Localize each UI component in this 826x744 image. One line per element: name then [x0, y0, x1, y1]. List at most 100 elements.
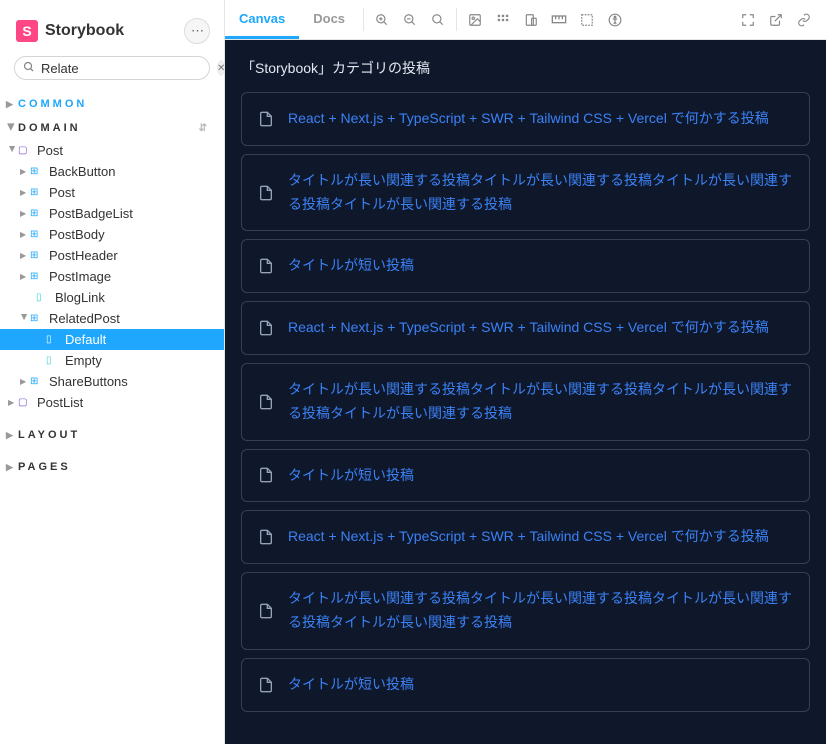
- chevron-right-icon: ▶: [20, 272, 29, 281]
- section-label: LAYOUT: [18, 429, 80, 441]
- document-icon: [258, 319, 274, 337]
- post-card[interactable]: タイトルが長い関連する投稿タイトルが長い関連する投稿タイトルが長い関連する投稿タ…: [241, 154, 810, 232]
- post-link[interactable]: React + Next.js + TypeScript + SWR + Tai…: [288, 525, 769, 549]
- section-label: DOMAIN: [18, 122, 81, 134]
- tab-canvas[interactable]: Canvas: [225, 0, 299, 39]
- component-icon: ⊞: [30, 208, 44, 219]
- tree-story-empty[interactable]: ▯ Empty: [0, 350, 224, 371]
- tree-label: PostBadgeList: [49, 206, 133, 221]
- chevron-right-icon: ▶: [20, 377, 29, 386]
- search-box[interactable]: ✕: [14, 56, 210, 80]
- tree-label: PostImage: [49, 269, 111, 284]
- document-icon: [258, 184, 274, 202]
- section-layout[interactable]: ▶ LAYOUT: [0, 423, 224, 447]
- post-link[interactable]: React + Next.js + TypeScript + SWR + Tai…: [288, 316, 769, 340]
- tree-domain: ▶ ▢ Post ▶ ⊞ BackButton ▶ ⊞ Post ▶ ⊞ Pos…: [0, 140, 224, 413]
- section-label: COMMON: [18, 98, 87, 110]
- chevron-down-icon: ▶: [8, 146, 17, 155]
- section-common[interactable]: ▶ COMMON: [0, 92, 224, 116]
- fullscreen-icon[interactable]: [734, 0, 762, 39]
- component-icon: ⊞: [30, 271, 44, 282]
- measure-icon[interactable]: [545, 0, 573, 39]
- sidebar: S Storybook ⋯ ✕ ▶ COMMON ▶ DOMAIN ⇵ ▶ ▢ …: [0, 0, 225, 744]
- toolbar-separator: [363, 8, 364, 31]
- tree-label: RelatedPost: [49, 311, 120, 326]
- document-icon: [258, 466, 274, 484]
- tree-label: PostHeader: [49, 248, 118, 263]
- tree-label: BackButton: [49, 164, 116, 179]
- bookmark-icon: ▯: [46, 334, 60, 345]
- tree-comp-relatedpost[interactable]: ▶ ⊞ RelatedPost: [0, 308, 224, 329]
- zoom-in-icon[interactable]: [368, 0, 396, 39]
- document-icon: [258, 528, 274, 546]
- preview-canvas: 「Storybook」カテゴリの投稿 React + Next.js + Typ…: [225, 40, 826, 744]
- chevron-right-icon: ▶: [20, 230, 29, 239]
- component-icon: ⊞: [30, 376, 44, 387]
- post-card[interactable]: タイトルが短い投稿: [241, 449, 810, 503]
- post-card[interactable]: タイトルが短い投稿: [241, 658, 810, 712]
- settings-menu-button[interactable]: ⋯: [184, 18, 210, 44]
- post-card[interactable]: React + Next.js + TypeScript + SWR + Tai…: [241, 510, 810, 564]
- tree-comp-sharebuttons[interactable]: ▶ ⊞ ShareButtons: [0, 371, 224, 392]
- bookmark-icon: ▯: [36, 292, 50, 303]
- post-link[interactable]: タイトルが短い投稿: [288, 464, 414, 488]
- tree-story-default[interactable]: ▯ Default: [0, 329, 224, 350]
- tree-comp-postimage[interactable]: ▶ ⊞ PostImage: [0, 266, 224, 287]
- zoom-reset-icon[interactable]: [424, 0, 452, 39]
- section-label: PAGES: [18, 461, 71, 473]
- tree-comp-postbadgelist[interactable]: ▶ ⊞ PostBadgeList: [0, 203, 224, 224]
- post-card[interactable]: React + Next.js + TypeScript + SWR + Tai…: [241, 301, 810, 355]
- tree-story-bloglink[interactable]: ▯ BlogLink: [0, 287, 224, 308]
- tree-comp-postheader[interactable]: ▶ ⊞ PostHeader: [0, 245, 224, 266]
- grid-icon[interactable]: [489, 0, 517, 39]
- tree-comp-postbody[interactable]: ▶ ⊞ PostBody: [0, 224, 224, 245]
- tree-comp-backbutton[interactable]: ▶ ⊞ BackButton: [0, 161, 224, 182]
- document-icon: [258, 602, 274, 620]
- accessibility-icon[interactable]: [601, 0, 629, 39]
- tree-label: ShareButtons: [49, 374, 128, 389]
- post-card[interactable]: タイトルが長い関連する投稿タイトルが長い関連する投稿タイトルが長い関連する投稿タ…: [241, 572, 810, 650]
- chevron-down-icon: ▶: [20, 314, 29, 323]
- component-icon: ⊞: [30, 250, 44, 261]
- section-pages[interactable]: ▶ PAGES: [0, 455, 224, 479]
- open-external-icon[interactable]: [762, 0, 790, 39]
- chevron-right-icon: ▶: [20, 209, 29, 218]
- post-card[interactable]: タイトルが長い関連する投稿タイトルが長い関連する投稿タイトルが長い関連する投稿タ…: [241, 363, 810, 441]
- tree-label: Post: [49, 185, 75, 200]
- related-posts-list: React + Next.js + TypeScript + SWR + Tai…: [241, 92, 810, 712]
- search-input[interactable]: [41, 61, 217, 76]
- folder-icon: ▢: [18, 145, 32, 156]
- component-icon: ⊞: [30, 166, 44, 177]
- clear-search-button[interactable]: ✕: [217, 60, 225, 76]
- zoom-out-icon[interactable]: [396, 0, 424, 39]
- post-card[interactable]: タイトルが短い投稿: [241, 239, 810, 293]
- post-link[interactable]: タイトルが長い関連する投稿タイトルが長い関連する投稿タイトルが長い関連する投稿タ…: [288, 169, 793, 217]
- tab-docs[interactable]: Docs: [299, 0, 359, 39]
- post-link[interactable]: タイトルが長い関連する投稿タイトルが長い関連する投稿タイトルが長い関連する投稿タ…: [288, 378, 793, 426]
- post-link[interactable]: React + Next.js + TypeScript + SWR + Tai…: [288, 107, 769, 131]
- tree-folder-postlist[interactable]: ▶ ▢ PostList: [0, 392, 224, 413]
- tree-label: PostBody: [49, 227, 105, 242]
- viewport-icon[interactable]: [517, 0, 545, 39]
- chevron-right-icon: ▶: [8, 398, 17, 407]
- link-icon[interactable]: [790, 0, 818, 39]
- tree-label: Post: [37, 143, 63, 158]
- tree-label: Default: [65, 332, 106, 347]
- toolbar-separator: [456, 8, 457, 31]
- outline-icon[interactable]: [573, 0, 601, 39]
- tree-folder-post[interactable]: ▶ ▢ Post: [0, 140, 224, 161]
- logo-text: Storybook: [45, 22, 124, 40]
- sort-icon: ⇵: [199, 123, 210, 134]
- post-link[interactable]: タイトルが短い投稿: [288, 254, 414, 278]
- section-domain[interactable]: ▶ DOMAIN ⇵: [0, 116, 224, 140]
- tree-comp-post[interactable]: ▶ ⊞ Post: [0, 182, 224, 203]
- logo[interactable]: S Storybook: [16, 20, 124, 42]
- sidebar-header: S Storybook ⋯: [0, 0, 224, 56]
- post-link[interactable]: タイトルが長い関連する投稿タイトルが長い関連する投稿タイトルが長い関連する投稿タ…: [288, 587, 793, 635]
- document-icon: [258, 110, 274, 128]
- post-link[interactable]: タイトルが短い投稿: [288, 673, 414, 697]
- storybook-logo-icon: S: [16, 20, 38, 42]
- background-icon[interactable]: [461, 0, 489, 39]
- component-icon: ⊞: [30, 187, 44, 198]
- post-card[interactable]: React + Next.js + TypeScript + SWR + Tai…: [241, 92, 810, 146]
